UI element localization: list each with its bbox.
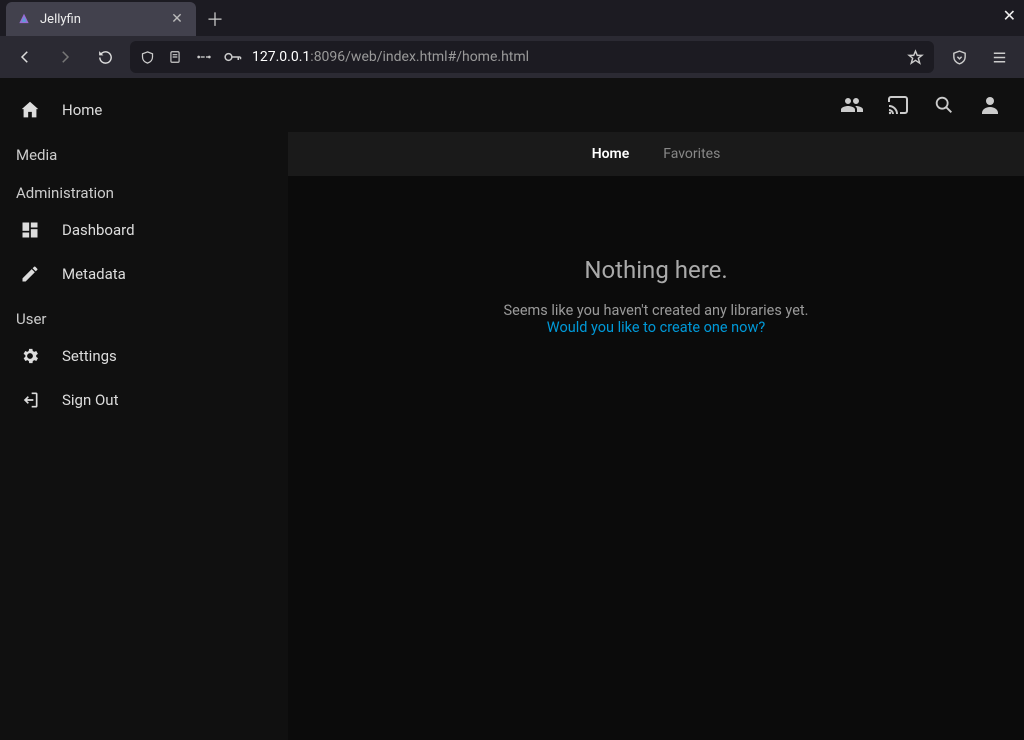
pocket-icon[interactable] — [944, 42, 974, 72]
gear-icon — [18, 346, 42, 366]
sidebar-section-media: Media — [0, 132, 288, 170]
permissions-icon — [196, 52, 214, 62]
browser-tab-title: Jellyfin — [40, 12, 160, 27]
hamburger-menu-icon[interactable] — [984, 42, 1014, 72]
reload-button[interactable] — [90, 42, 120, 72]
sidebar-item-label: Metadata — [62, 265, 126, 283]
search-icon[interactable] — [930, 91, 958, 119]
tab-home[interactable]: Home — [592, 140, 630, 168]
empty-state: Nothing here. Seems like you haven't cre… — [288, 176, 1024, 740]
sidebar-section-user: User — [0, 296, 288, 334]
bookmark-star-icon[interactable] — [907, 49, 924, 66]
sidebar-item-label: Settings — [62, 347, 117, 365]
browser-chrome: Jellyfin ✕ ＋ ✕ — [0, 0, 1024, 78]
app-topbar — [288, 78, 1024, 132]
sidebar-item-label: Home — [62, 101, 102, 119]
key-icon — [224, 51, 242, 63]
close-icon[interactable]: ✕ — [168, 11, 186, 27]
sidebar-item-settings[interactable]: Settings — [0, 334, 288, 378]
favicon-jellyfin-icon — [16, 11, 32, 27]
user-menu-icon[interactable] — [976, 91, 1004, 119]
signout-icon — [18, 390, 42, 410]
sidebar-item-home[interactable]: Home — [0, 88, 288, 132]
url-host: 127.0.0.1 — [252, 49, 310, 65]
main-content: Home Favorites Nothing here. Seems like … — [288, 78, 1024, 740]
sidebar-section-admin: Administration — [0, 170, 288, 208]
browser-tab-active[interactable]: Jellyfin ✕ — [6, 2, 196, 36]
page-info-icon — [168, 50, 186, 64]
dashboard-icon — [18, 220, 42, 240]
app-root: Home Media Administration Dashboard Meta… — [0, 78, 1024, 740]
forward-button[interactable] — [50, 42, 80, 72]
sidebar-item-metadata[interactable]: Metadata — [0, 252, 288, 296]
new-tab-button[interactable]: ＋ — [200, 4, 230, 34]
syncplay-icon[interactable] — [838, 91, 866, 119]
tab-favorites[interactable]: Favorites — [663, 140, 720, 168]
sidebar-item-signout[interactable]: Sign Out — [0, 378, 288, 422]
pencil-icon — [18, 264, 42, 284]
shield-icon — [140, 50, 158, 65]
tab-strip: Jellyfin ✕ ＋ ✕ — [0, 0, 1024, 36]
home-icon — [18, 99, 42, 121]
address-bar[interactable]: 127.0.0.1:8096/web/index.html#/home.html — [130, 41, 934, 73]
cast-icon[interactable] — [884, 91, 912, 119]
browser-toolbar: 127.0.0.1:8096/web/index.html#/home.html — [0, 36, 1024, 78]
sidebar-item-label: Dashboard — [62, 221, 135, 239]
empty-title: Nothing here. — [584, 256, 727, 284]
content-tabs: Home Favorites — [288, 132, 1024, 176]
sidebar: Home Media Administration Dashboard Meta… — [0, 78, 288, 740]
sidebar-item-dashboard[interactable]: Dashboard — [0, 208, 288, 252]
window-close-button[interactable]: ✕ — [1003, 6, 1016, 25]
back-button[interactable] — [10, 42, 40, 72]
url-path: :8096/web/index.html#/home.html — [310, 49, 529, 65]
sidebar-item-label: Sign Out — [62, 391, 118, 409]
empty-subtitle: Seems like you haven't created any libra… — [504, 302, 809, 319]
url-text: 127.0.0.1:8096/web/index.html#/home.html — [252, 49, 897, 65]
create-library-link[interactable]: Would you like to create one now? — [547, 319, 765, 336]
